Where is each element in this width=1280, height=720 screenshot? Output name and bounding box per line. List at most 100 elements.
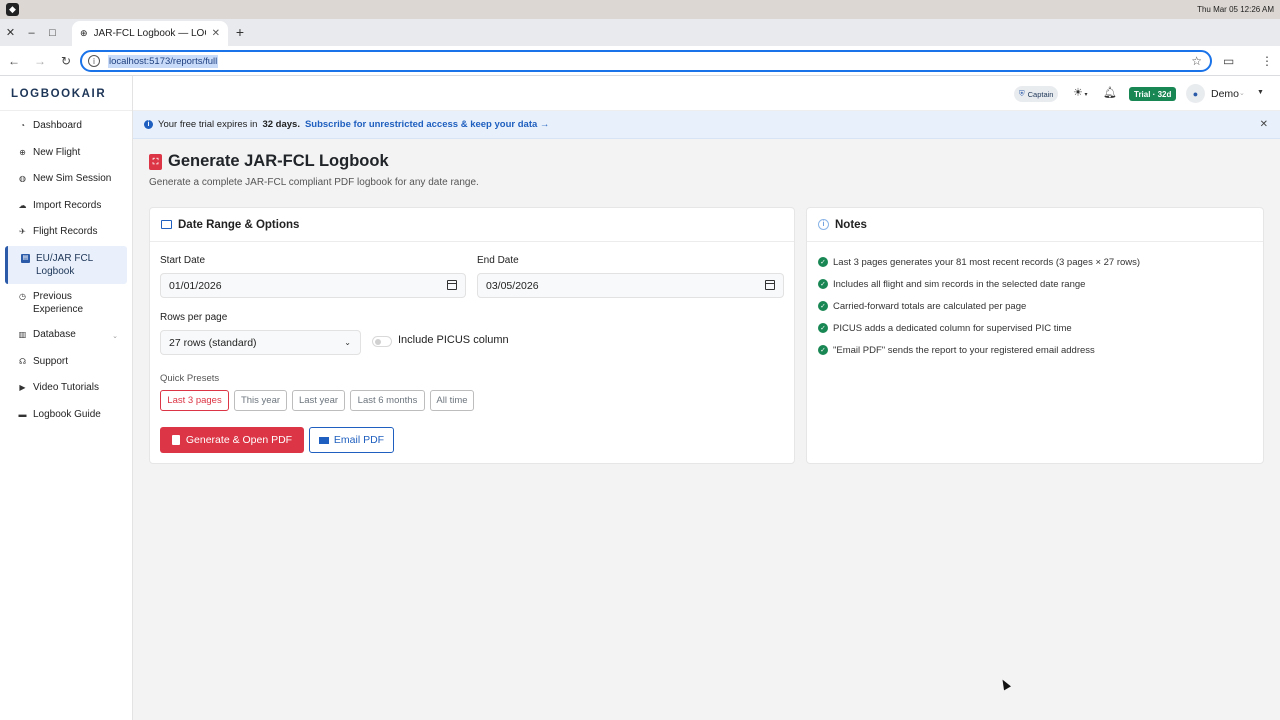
cloud-upload-icon: ☁	[18, 200, 27, 210]
generate-open-pdf-button[interactable]: Generate & Open PDF	[160, 427, 304, 453]
card-title: Date Range & Options	[178, 218, 300, 231]
quick-presets-label: Quick Presets	[160, 373, 220, 384]
sidebar-item-new-sim-session[interactable]: ◍ New Sim Session	[0, 166, 132, 193]
address-url[interactable]: localhost:5173/reports/full	[108, 54, 219, 68]
reload-icon[interactable]: ↻	[54, 49, 78, 73]
os-logo-icon[interactable]: ◆	[6, 3, 19, 16]
rows-per-page-label: Rows per page	[160, 312, 228, 323]
page-title: ⛶ Generate JAR-FCL Logbook	[149, 152, 479, 171]
menu-kebab-icon[interactable]: ⋮	[1261, 54, 1273, 68]
calendar-icon[interactable]	[765, 280, 775, 290]
sidebar-item-import-records[interactable]: ☁ Import Records	[0, 193, 132, 220]
caret-down-icon[interactable]: ▼	[1257, 89, 1264, 96]
window-minimize-icon[interactable]: –	[21, 19, 42, 46]
sidebar-item-logbook-guide[interactable]: ▬ Logbook Guide	[0, 402, 132, 429]
user-name[interactable]: Demo	[1211, 88, 1239, 100]
mouse-cursor-icon	[999, 677, 1011, 691]
sidebar-item-eu-jar-fcl-logbook[interactable]: ▤ EU/JAR FCL Logbook	[5, 245, 127, 284]
check-circle-icon: ✓	[818, 301, 828, 311]
close-icon[interactable]: ✕	[1260, 119, 1268, 130]
rows-per-page-value: 27 rows (standard)	[169, 336, 257, 349]
tab-title: JAR-FCL Logbook — LOG	[93, 28, 206, 39]
sidebar-item-dashboard[interactable]: ◔ Dashboard	[0, 113, 132, 140]
sidebar-item-video-tutorials[interactable]: ▶ Video Tutorials	[0, 375, 132, 402]
sidebar-item-label: Video Tutorials	[33, 382, 99, 394]
card-header: Date Range & Options	[150, 208, 794, 242]
notes-card: i Notes ✓ Last 3 pages generates your 81 …	[806, 207, 1264, 464]
preset-last-3-pages[interactable]: Last 3 pages	[160, 390, 229, 411]
preset-all-time[interactable]: All time	[430, 390, 474, 411]
list-item: ✓ Carried-forward totals are calculated p…	[818, 295, 1253, 317]
app-header: ⛨ Captain ☀ ▾ 🔔︎ Trial · 32d ● Demo ⌄ ▼	[133, 76, 1280, 111]
card-header: i Notes	[807, 208, 1263, 242]
check-circle-icon: ✓	[818, 257, 828, 267]
theme-toggle-sun-icon[interactable]: ☀ ▾	[1073, 86, 1088, 99]
book-icon: ▬	[18, 409, 27, 419]
role-badge[interactable]: ⛨ Captain	[1014, 86, 1059, 102]
play-icon: ▶	[19, 383, 26, 393]
picus-toggle-label[interactable]: Include PICUS column	[398, 334, 509, 346]
subscribe-link[interactable]: Subscribe for unrestricted access & keep…	[305, 119, 549, 130]
rows-per-page-select[interactable]: 27 rows (standard) ⌄	[160, 330, 361, 355]
tab-close-icon[interactable]: ✕	[212, 28, 220, 39]
list-item: ✓ Last 3 pages generates your 81 most rec…	[818, 251, 1253, 273]
address-bar[interactable]: i localhost:5173/reports/full ☆	[80, 50, 1212, 72]
site-info-icon[interactable]: i	[88, 55, 100, 67]
trial-banner: i Your free trial expires in 32 days. Su…	[133, 111, 1280, 139]
dashboard-icon: ◔	[20, 121, 25, 130]
list-item: ✓ "Email PDF" sends the report to your re…	[818, 339, 1253, 361]
user-avatar-icon[interactable]: ●	[1186, 84, 1205, 103]
bookmark-star-icon[interactable]: ☆	[1191, 54, 1202, 68]
sidebar-item-label: Database	[33, 328, 76, 340]
preset-last-6-months[interactable]: Last 6 months	[350, 390, 425, 411]
sidebar-item-label: New Flight	[33, 146, 81, 158]
page-subtitle: Generate a complete JAR-FCL compliant PD…	[149, 177, 479, 188]
browser-tab[interactable]: ⊕ JAR-FCL Logbook — LOG ✕	[72, 21, 228, 46]
sidebar-item-label: EU/JAR FCL Logbook	[36, 252, 93, 277]
shield-icon: ⛨	[1019, 89, 1025, 98]
forward-icon[interactable]: →	[28, 49, 52, 73]
start-date-label: Start Date	[160, 255, 206, 266]
cast-icon[interactable]: ▭	[1223, 54, 1234, 68]
preset-this-year[interactable]: This year	[234, 390, 287, 411]
sidebar-item-database[interactable]: ▥ Database ⌄	[0, 322, 132, 349]
sidebar-item-flight-records[interactable]: ✈ Flight Records	[0, 219, 132, 246]
preset-last-year[interactable]: Last year	[292, 390, 345, 411]
end-date-value: 03/05/2026	[486, 279, 539, 292]
email-button-label: Email PDF	[333, 434, 385, 446]
check-circle-icon: ✓	[818, 345, 828, 355]
window-maximize-icon[interactable]: □	[42, 19, 63, 46]
sidebar-item-support[interactable]: ☊ Support	[0, 349, 132, 376]
headset-icon: ☊	[18, 356, 27, 366]
end-date-label: End Date	[477, 255, 519, 266]
sidebar-item-new-flight[interactable]: ⊕ New Flight	[0, 140, 132, 167]
sidebar-item-previous-experience[interactable]: ◷ Previous Experience	[0, 284, 132, 322]
list-item: ✓ Includes all flight and sim records in …	[818, 273, 1253, 295]
app-sidebar: LOGBOOKAIR ◔ Dashboard ⊕ New Flight ◍ Ne…	[0, 76, 133, 720]
info-icon: i	[144, 120, 153, 129]
email-pdf-button[interactable]: Email PDF	[309, 427, 394, 453]
sidebar-item-label: Flight Records	[33, 226, 98, 238]
chevron-down-icon[interactable]: ⌄	[1239, 89, 1245, 97]
banner-text: Your free trial expires in	[158, 119, 258, 130]
notes-list: ✓ Last 3 pages generates your 81 most rec…	[807, 242, 1263, 361]
sidebar-item-label: Dashboard	[33, 120, 82, 131]
back-icon[interactable]: ←	[2, 49, 26, 73]
card-title: Notes	[835, 218, 867, 231]
os-clock[interactable]: Thu Mar 05 12:26 AM	[1197, 5, 1274, 14]
toggle-knob	[375, 339, 381, 345]
calendar-range-icon	[161, 220, 172, 229]
start-date-input[interactable]: 01/01/2026	[160, 273, 466, 298]
end-date-input[interactable]: 03/05/2026	[477, 273, 784, 298]
trial-badge[interactable]: Trial · 32d	[1129, 87, 1177, 101]
notifications-bell-icon[interactable]: 🔔︎	[1103, 86, 1117, 99]
sidebar-nav: ◔ Dashboard ⊕ New Flight ◍ New Sim Sessi…	[0, 111, 132, 428]
picus-toggle[interactable]	[372, 336, 392, 347]
brand-logo[interactable]: LOGBOOKAIR	[0, 76, 132, 111]
calendar-icon[interactable]	[447, 280, 457, 290]
window-close-icon[interactable]: ✕	[0, 19, 21, 46]
file-pdf-icon: ⛶	[149, 153, 162, 170]
new-tab-button[interactable]: +	[233, 24, 247, 40]
check-circle-icon: ✓	[818, 279, 828, 289]
sidebar-item-label: New Sim Session	[33, 173, 112, 185]
